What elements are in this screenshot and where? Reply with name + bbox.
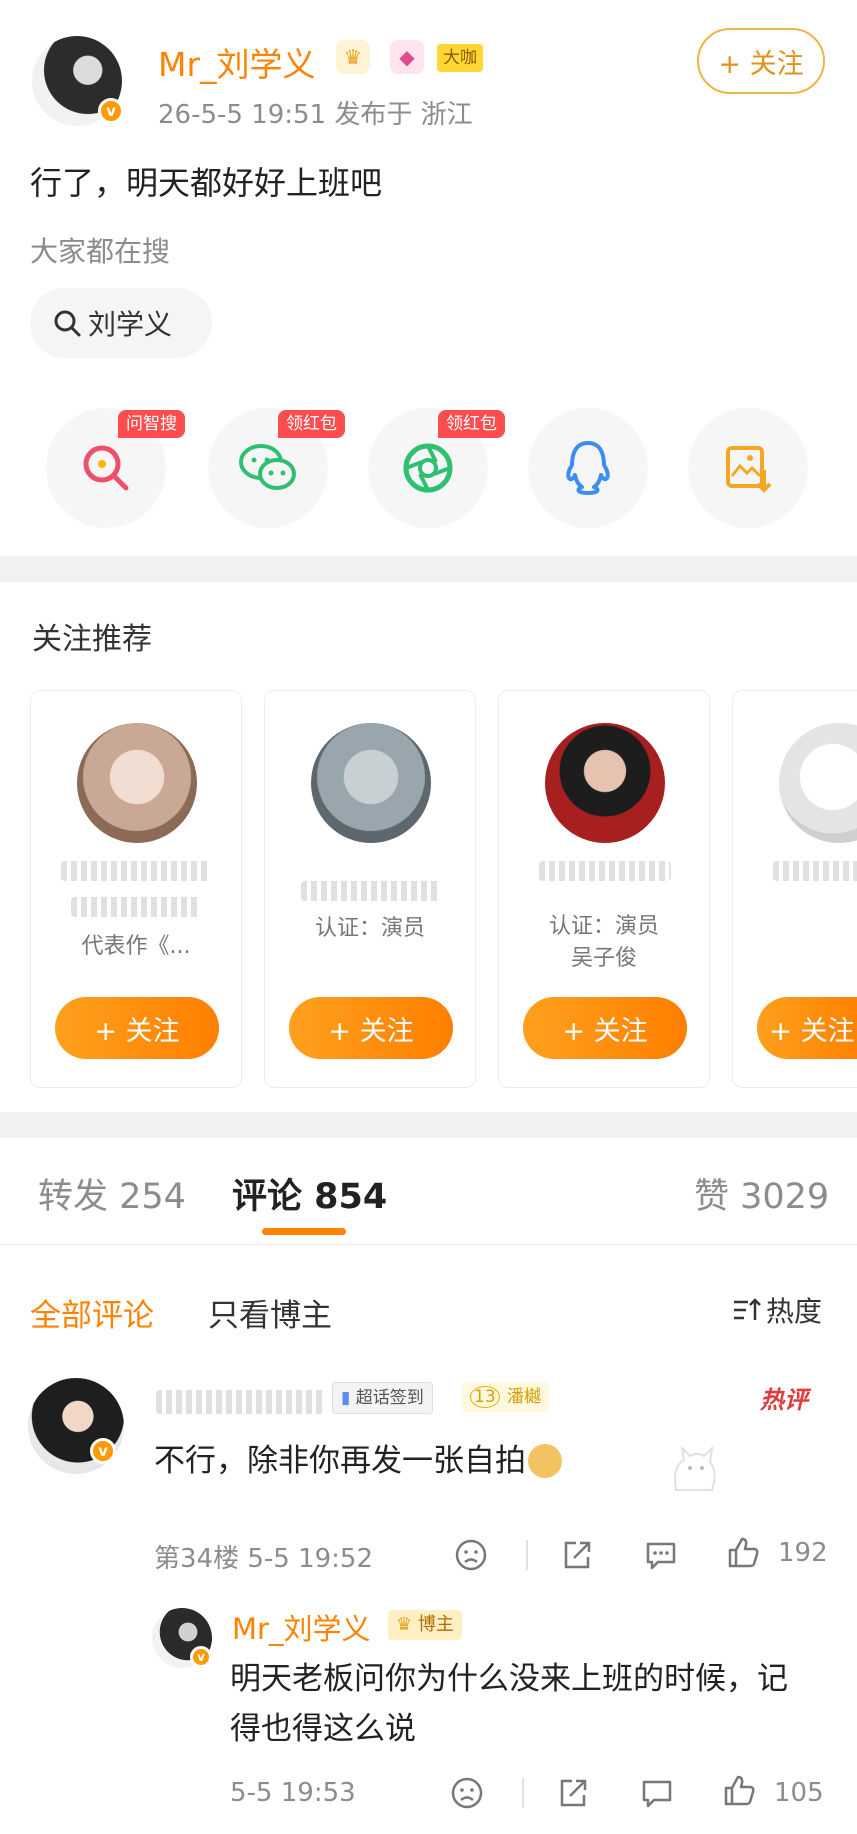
follow-author-button[interactable]: + 关注 (697, 28, 825, 94)
share-icon[interactable] (556, 1776, 590, 1810)
moments-icon (403, 443, 453, 493)
dakai-tag: 大咖 (437, 44, 483, 72)
recommend-follow-button[interactable]: + 关注 (55, 997, 219, 1059)
author-username[interactable]: Mr_刘学义 (158, 38, 316, 86)
reply-time: 5-5 19:53 (230, 1778, 356, 1808)
qq-icon (566, 441, 610, 495)
ai-search-icon (83, 445, 129, 491)
filter-all-comments[interactable]: 全部评论 (30, 1290, 154, 1335)
share-icon[interactable] (560, 1538, 594, 1572)
sort-label: 热度 (766, 1295, 823, 1328)
doge-emoji-icon (528, 1444, 562, 1478)
share-save-image-button[interactable] (688, 408, 808, 528)
blurred-commenter-name (156, 1390, 326, 1414)
recommend-desc: 代表作《... (81, 934, 191, 959)
recommend-follow-button[interactable]: + 关注 (757, 997, 857, 1059)
recommend-card[interactable]: 代表作《... + 关注 (30, 690, 242, 1088)
hot-search-chip[interactable]: 刘学义 (30, 288, 212, 358)
wechat-icon (239, 444, 296, 490)
action-divider (522, 1778, 524, 1808)
sort-icon (734, 1298, 761, 1320)
active-tab-indicator (262, 1228, 346, 1235)
recommend-desc: 认证：演员吴子俊 (548, 914, 659, 971)
share-tag-wechat: 领红包 (278, 410, 345, 438)
post-text: 行了，明天都好好上班吧 (30, 164, 383, 202)
crown-badge-icon: ♛ (336, 40, 370, 74)
hot-comment-badge: 热评 (760, 1386, 808, 1414)
action-divider (526, 1540, 528, 1570)
verified-badge-icon: v (90, 1438, 116, 1464)
reply-icon[interactable] (640, 1776, 674, 1810)
tabs-divider (0, 1244, 857, 1245)
level-chip: 13 潘樾 (462, 1382, 550, 1412)
blurred-name (301, 881, 441, 901)
share-qq-button[interactable] (528, 408, 648, 528)
verified-badge-icon: v (190, 1646, 212, 1668)
search-hint-label: 大家都在搜 (30, 235, 171, 268)
blurred-name (773, 861, 857, 881)
cat-sticker-icon (666, 1430, 722, 1500)
post-meta: 26-5-5 19:51 发布于 浙江 (158, 100, 473, 130)
save-image-icon (726, 446, 772, 493)
recommend-avatar[interactable] (545, 723, 665, 843)
share-tag-ai: 问智搜 (118, 410, 185, 438)
diamond-badge-icon: ◆ (390, 40, 424, 74)
share-tag-moments: 领红包 (438, 410, 505, 438)
recommend-desc: 认证：演员 (314, 916, 425, 941)
dislike-icon[interactable] (454, 1538, 488, 1572)
recommend-avatar[interactable] (311, 723, 431, 843)
author-tag-label: 博主 (417, 1614, 454, 1635)
recommend-card[interactable]: 认证：演员 + 关注 (264, 690, 476, 1088)
level-name: 潘樾 (507, 1387, 542, 1407)
recommend-avatar[interactable] (77, 723, 197, 843)
like-icon[interactable] (726, 1536, 760, 1570)
reply-author-name[interactable]: Mr_刘学义 (232, 1606, 370, 1648)
crown-icon: ♛ (396, 1614, 413, 1635)
blurred-text (71, 897, 201, 917)
recommend-follow-button[interactable]: + 关注 (523, 997, 687, 1059)
verified-badge-icon: v (98, 98, 124, 124)
dislike-icon[interactable] (450, 1776, 484, 1810)
recommend-avatar[interactable] (779, 723, 857, 843)
reply-text: 明天老板问你为什么没来上班的时候，记得也得这么说 (230, 1661, 788, 1747)
like-icon[interactable] (722, 1774, 756, 1808)
section-divider (0, 556, 857, 582)
hot-search-text: 刘学义 (88, 308, 173, 341)
comment-text-content: 不行，除非你再发一张自拍 (154, 1443, 526, 1479)
level-number: 13 (470, 1386, 500, 1408)
checkin-chip[interactable]: ▮ 超话签到 (332, 1382, 433, 1414)
checkin-label: 超话签到 (355, 1388, 424, 1408)
reply-icon[interactable] (644, 1538, 678, 1572)
filter-author-only[interactable]: 只看博主 (208, 1290, 332, 1335)
recommend-follow-button[interactable]: + 关注 (289, 997, 453, 1059)
recommend-card[interactable]: 认证：演员吴子俊 + 关注 (498, 690, 710, 1088)
tab-repost[interactable]: 转发 254 (38, 1168, 186, 1219)
tab-comments[interactable]: 评论 854 (232, 1168, 387, 1219)
tab-likes[interactable]: 赞 3029 (694, 1168, 829, 1219)
search-icon (54, 310, 81, 337)
author-tag: ♛ 博主 (388, 1610, 462, 1640)
comment-meta: 第34楼 5-5 19:52 (154, 1544, 374, 1574)
recommend-card[interactable]: + 关注 (732, 690, 857, 1088)
like-count: 192 (778, 1538, 828, 1568)
recommend-title: 关注推荐 (32, 622, 152, 657)
like-count: 105 (774, 1778, 824, 1808)
blurred-name (61, 861, 211, 881)
comment-text: 不行，除非你再发一张自拍 (154, 1436, 562, 1486)
blurred-name (539, 861, 671, 881)
sort-hot-button[interactable]: 热度 (732, 1290, 822, 1330)
checkin-icon: ▮ (341, 1388, 351, 1408)
section-divider (0, 1112, 857, 1138)
